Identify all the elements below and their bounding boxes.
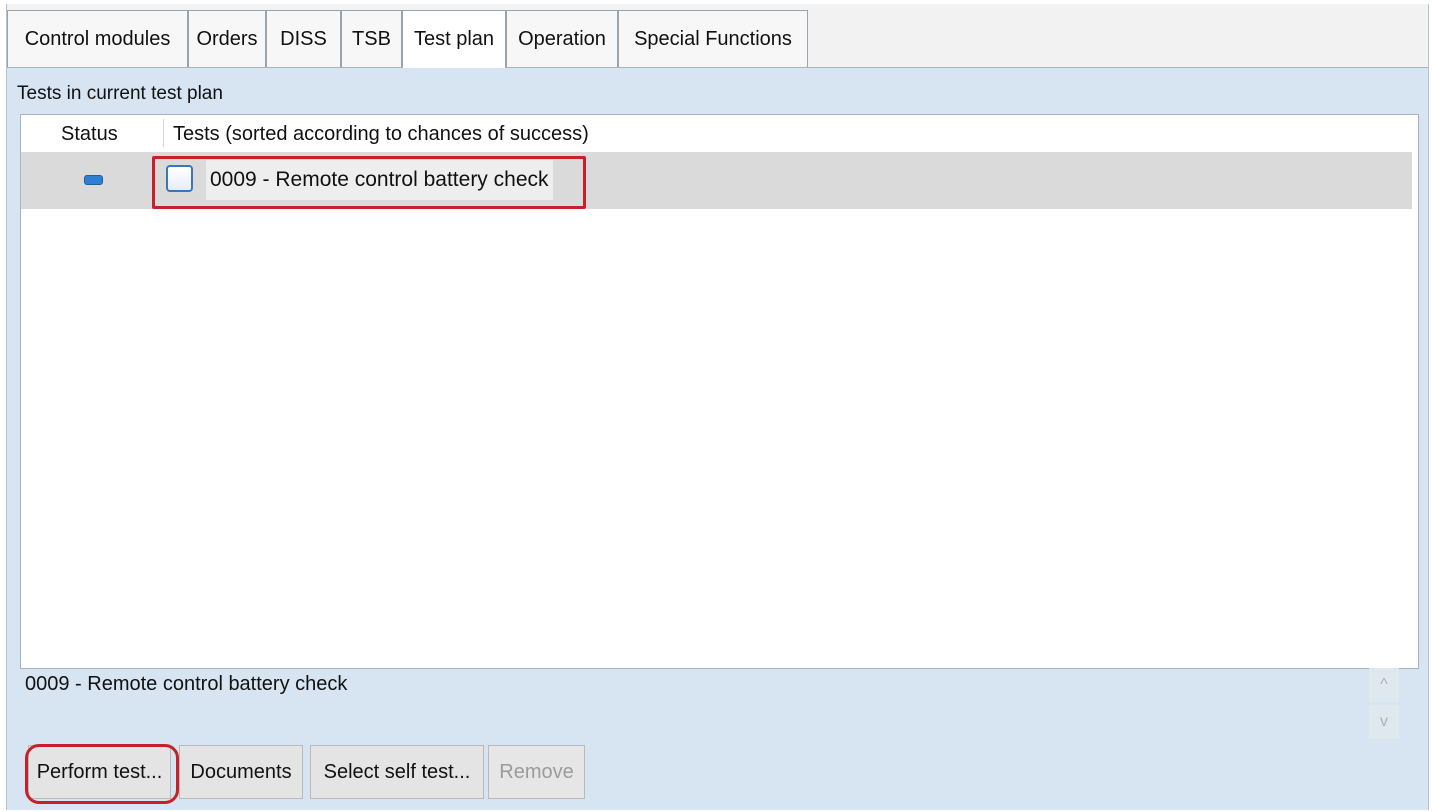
tab-control-modules[interactable]: Control modules <box>7 10 188 67</box>
column-header-status[interactable]: Status <box>61 123 118 146</box>
perform-test-button[interactable]: Perform test... <box>28 745 171 799</box>
section-title: Tests in current test plan <box>17 83 223 104</box>
scroll-down-arrow-icon[interactable]: v <box>1369 705 1399 739</box>
tab-special-functions[interactable]: Special Functions <box>618 10 808 67</box>
tab-test-plan[interactable]: Test plan <box>402 10 506 68</box>
tab-tsb[interactable]: TSB <box>341 10 402 67</box>
table-row[interactable]: 0009 - Remote control battery check <box>21 152 1412 209</box>
test-plan-table: Status Tests (sorted according to chance… <box>20 114 1419 669</box>
annotation-highlight-box <box>152 156 586 209</box>
tab-operation[interactable]: Operation <box>506 10 618 67</box>
column-header-tests[interactable]: Tests (sorted according to chances of su… <box>173 123 589 146</box>
in-progress-bar-icon <box>84 175 103 185</box>
remove-button: Remove <box>488 745 585 799</box>
tab-diss[interactable]: DISS <box>266 10 341 67</box>
column-divider <box>163 119 164 147</box>
table-header: Status Tests (sorted according to chance… <box>21 115 1418 151</box>
documents-button[interactable]: Documents <box>179 745 303 799</box>
scroll-up-arrow-icon[interactable]: ^ <box>1369 668 1399 702</box>
test-plan-window: Control modules Orders DISS TSB Test pla… <box>6 4 1429 810</box>
tab-orders[interactable]: Orders <box>188 10 266 67</box>
tab-bar: Control modules Orders DISS TSB Test pla… <box>7 4 1428 68</box>
test-description: 0009 - Remote control battery check <box>25 673 348 695</box>
select-self-test-button[interactable]: Select self test... <box>310 745 484 799</box>
